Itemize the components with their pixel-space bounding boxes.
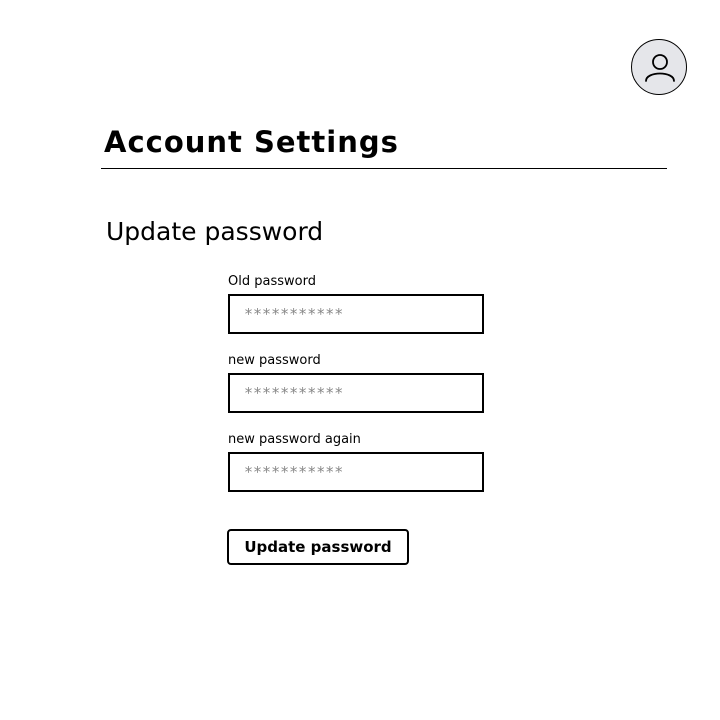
confirm-password-label: new password again [228,432,361,447]
title-divider [101,168,667,169]
old-password-input[interactable] [228,294,484,334]
user-avatar-button[interactable] [631,39,687,95]
new-password-label: new password [228,353,321,368]
user-icon [645,54,675,82]
update-password-button[interactable]: Update password [227,529,409,565]
page-title: Account Settings [104,125,399,159]
confirm-password-input[interactable] [228,452,484,492]
new-password-input[interactable] [228,373,484,413]
old-password-label: Old password [228,274,316,289]
section-title: Update password [106,217,324,246]
